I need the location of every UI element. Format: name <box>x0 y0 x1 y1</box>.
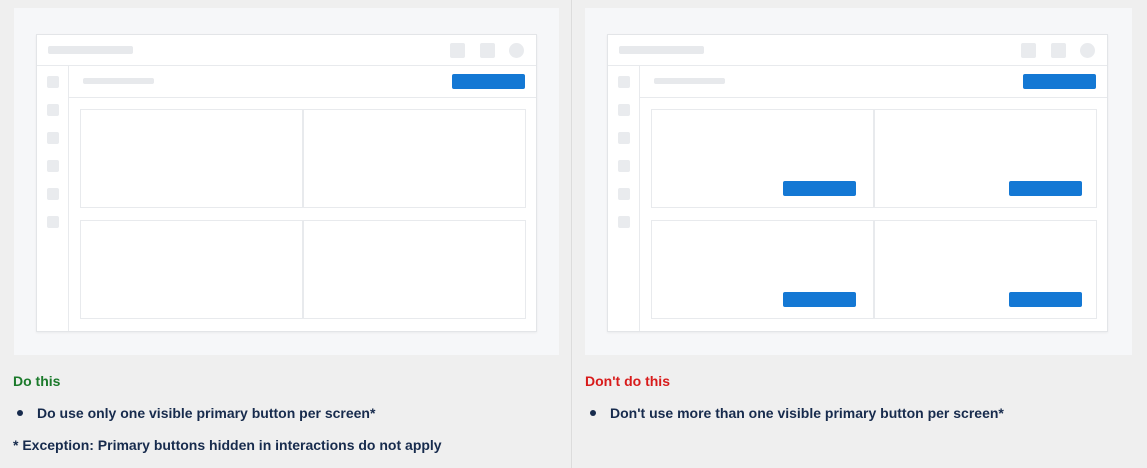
mock-topbar <box>608 35 1107 66</box>
mock-subheader <box>640 66 1107 98</box>
mock-primary-button <box>452 74 525 89</box>
mock-icon-placeholder <box>450 43 465 58</box>
mock-card <box>80 109 303 208</box>
exception-footnote: * Exception: Primary buttons hidden in i… <box>13 437 442 453</box>
mock-nav-placeholder <box>618 160 630 172</box>
mock-card <box>303 109 526 208</box>
mock-nav-placeholder <box>618 188 630 200</box>
mock-card <box>874 109 1097 208</box>
do-bullet-text: Do use only one visible primary button p… <box>37 405 376 421</box>
mock-nav-placeholder <box>47 76 59 88</box>
mock-topbar <box>37 35 536 66</box>
do-bullet: Do use only one visible primary button p… <box>17 405 375 421</box>
mock-nav-placeholder <box>618 132 630 144</box>
mock-primary-button <box>1009 181 1082 196</box>
mock-nav-placeholder <box>47 104 59 116</box>
mock-avatar-placeholder <box>1080 43 1095 58</box>
dont-bullet: Don't use more than one visible primary … <box>590 405 1004 421</box>
mock-card <box>651 220 874 319</box>
do-caption: Do this <box>13 373 61 389</box>
mock-nav-placeholder <box>618 104 630 116</box>
dont-illustration <box>585 8 1132 355</box>
mock-icon-placeholder <box>480 43 495 58</box>
dont-panel: Don't do this Don't use more than one vi… <box>573 0 1147 468</box>
mock-card <box>80 220 303 319</box>
mock-primary-button <box>1009 292 1082 307</box>
do-illustration <box>14 8 559 355</box>
dont-caption: Don't do this <box>585 373 670 389</box>
bullet-dot-icon <box>17 410 23 416</box>
mock-subtitle-placeholder <box>654 78 725 84</box>
mock-nav-placeholder <box>47 216 59 228</box>
mock-screen <box>36 34 537 332</box>
dont-bullet-text: Don't use more than one visible primary … <box>610 405 1004 421</box>
mock-sidebar <box>608 66 640 331</box>
mock-primary-button <box>783 181 856 196</box>
mock-nav-placeholder <box>47 132 59 144</box>
mock-primary-button <box>1023 74 1096 89</box>
mock-icon-placeholder <box>1051 43 1066 58</box>
mock-card <box>651 109 874 208</box>
do-panel: Do this Do use only one visible primary … <box>0 0 572 468</box>
mock-nav-placeholder <box>618 216 630 228</box>
mock-card <box>303 220 526 319</box>
mock-title-placeholder <box>48 46 133 54</box>
bullet-dot-icon <box>590 410 596 416</box>
mock-icon-placeholder <box>1021 43 1036 58</box>
mock-nav-placeholder <box>47 160 59 172</box>
mock-screen <box>607 34 1108 332</box>
mock-title-placeholder <box>619 46 704 54</box>
mock-card <box>874 220 1097 319</box>
mock-sidebar <box>37 66 69 331</box>
mock-subheader <box>69 66 536 98</box>
mock-subtitle-placeholder <box>83 78 154 84</box>
mock-primary-button <box>783 292 856 307</box>
mock-nav-placeholder <box>47 188 59 200</box>
mock-nav-placeholder <box>618 76 630 88</box>
mock-avatar-placeholder <box>509 43 524 58</box>
